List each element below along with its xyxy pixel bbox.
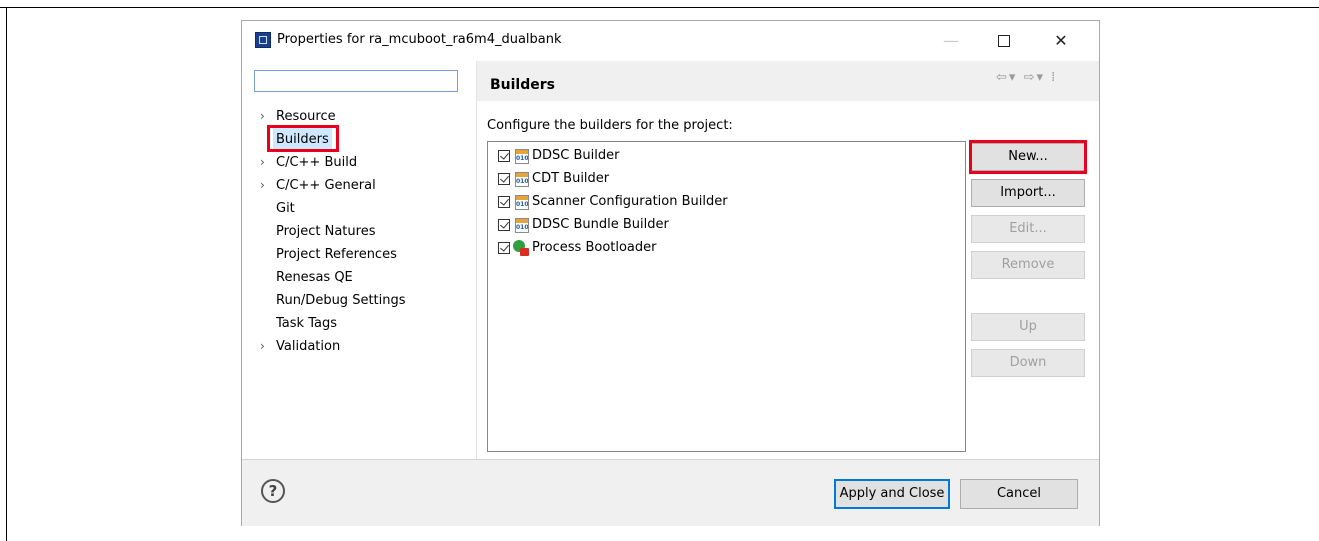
- close-button[interactable]: ✕: [1038, 27, 1084, 55]
- tree-item-cc-build[interactable]: › C/C++ Build: [260, 151, 480, 174]
- list-item[interactable]: 010 CDT Builder: [498, 168, 609, 190]
- import-button[interactable]: Import...: [971, 179, 1085, 207]
- forward-arrow-icon[interactable]: ⇨: [1024, 70, 1037, 85]
- builder-checkbox[interactable]: [498, 242, 510, 254]
- apply-and-close-button[interactable]: Apply and Close: [834, 479, 950, 509]
- page-frame-left: [6, 7, 7, 541]
- window-title: Properties for ra_mcuboot_ra6m4_dualbank: [277, 32, 562, 47]
- tree-item-label: Git: [276, 201, 295, 216]
- page-navigation: ⇦▾ ⇨▾ ⁞: [996, 70, 1057, 85]
- binary-builder-icon: 010: [515, 171, 529, 187]
- tree-item-cc-general[interactable]: › C/C++ General: [260, 174, 480, 197]
- tree-item-label: Project Natures: [276, 224, 376, 239]
- tree-item-label: C/C++ Build: [276, 155, 358, 170]
- builders-list[interactable]: 010 DDSC Builder 010 CDT Builder 010 Scanne…: [487, 141, 966, 452]
- tree-item-validation[interactable]: › Validation: [260, 335, 480, 358]
- tree-item-label: C/C++ General: [276, 178, 376, 193]
- up-button[interactable]: Up: [971, 313, 1085, 341]
- cancel-button[interactable]: Cancel: [960, 479, 1078, 509]
- tree-item-task-tags[interactable]: Task Tags: [260, 312, 480, 335]
- tree-item-git[interactable]: Git: [260, 197, 480, 220]
- tree-item-project-references[interactable]: Project References: [260, 243, 480, 266]
- down-button[interactable]: Down: [971, 349, 1085, 377]
- chevron-right-icon[interactable]: ›: [260, 335, 276, 358]
- page-frame-top: [0, 7, 1319, 8]
- list-item[interactable]: Process Bootloader: [498, 237, 657, 259]
- help-icon[interactable]: ?: [261, 479, 285, 503]
- binary-builder-icon: 010: [515, 194, 529, 210]
- tree-item-label: Run/Debug Settings: [276, 293, 406, 308]
- maximize-icon: [998, 34, 1010, 47]
- filter-input[interactable]: [254, 70, 458, 92]
- tree-item-label: Project References: [276, 247, 397, 262]
- page-description: Configure the builders for the project:: [487, 118, 733, 133]
- list-item[interactable]: 010 Scanner Configuration Builder: [498, 191, 728, 213]
- list-item[interactable]: 010 DDSC Bundle Builder: [498, 214, 669, 236]
- tree-item-label: Renesas QE: [276, 270, 353, 285]
- tree-item-run-debug-settings[interactable]: Run/Debug Settings: [260, 289, 480, 312]
- chevron-right-icon[interactable]: ›: [260, 151, 276, 174]
- minimize-button[interactable]: —: [928, 27, 974, 55]
- tree-item-renesas-qe[interactable]: Renesas QE: [260, 266, 480, 289]
- new-button-highlight-box: [969, 140, 1087, 174]
- title-bar[interactable]: Properties for ra_mcuboot_ra6m4_dualbank…: [242, 21, 1099, 61]
- back-arrow-icon[interactable]: ⇦: [996, 70, 1009, 85]
- view-menu-icon[interactable]: ⁞: [1051, 70, 1057, 85]
- maximize-button[interactable]: [981, 27, 1027, 55]
- list-item[interactable]: 010 DDSC Builder: [498, 145, 619, 167]
- page-title: Builders: [490, 77, 555, 93]
- builder-checkbox[interactable]: [498, 196, 510, 208]
- binary-builder-icon: 010: [515, 148, 529, 164]
- tree-item-project-natures[interactable]: Project Natures: [260, 220, 480, 243]
- chevron-right-icon[interactable]: ›: [260, 174, 276, 197]
- pane-divider[interactable]: [476, 61, 477, 459]
- external-tool-builder-icon: [513, 240, 529, 256]
- app-icon: [255, 32, 271, 48]
- tree-item-label: Validation: [276, 339, 341, 354]
- builders-highlight-box: [267, 125, 339, 152]
- builder-checkbox[interactable]: [498, 150, 510, 162]
- binary-builder-icon: 010: [515, 217, 529, 233]
- tree-item-label: Task Tags: [276, 316, 337, 331]
- dropdown-icon[interactable]: ▾: [1036, 70, 1045, 85]
- edit-button[interactable]: Edit...: [971, 215, 1085, 243]
- builder-checkbox[interactable]: [498, 219, 510, 231]
- builder-checkbox[interactable]: [498, 173, 510, 185]
- dropdown-icon[interactable]: ▾: [1009, 70, 1018, 85]
- properties-dialog: Properties for ra_mcuboot_ra6m4_dualbank…: [241, 20, 1100, 526]
- remove-button[interactable]: Remove: [971, 251, 1085, 279]
